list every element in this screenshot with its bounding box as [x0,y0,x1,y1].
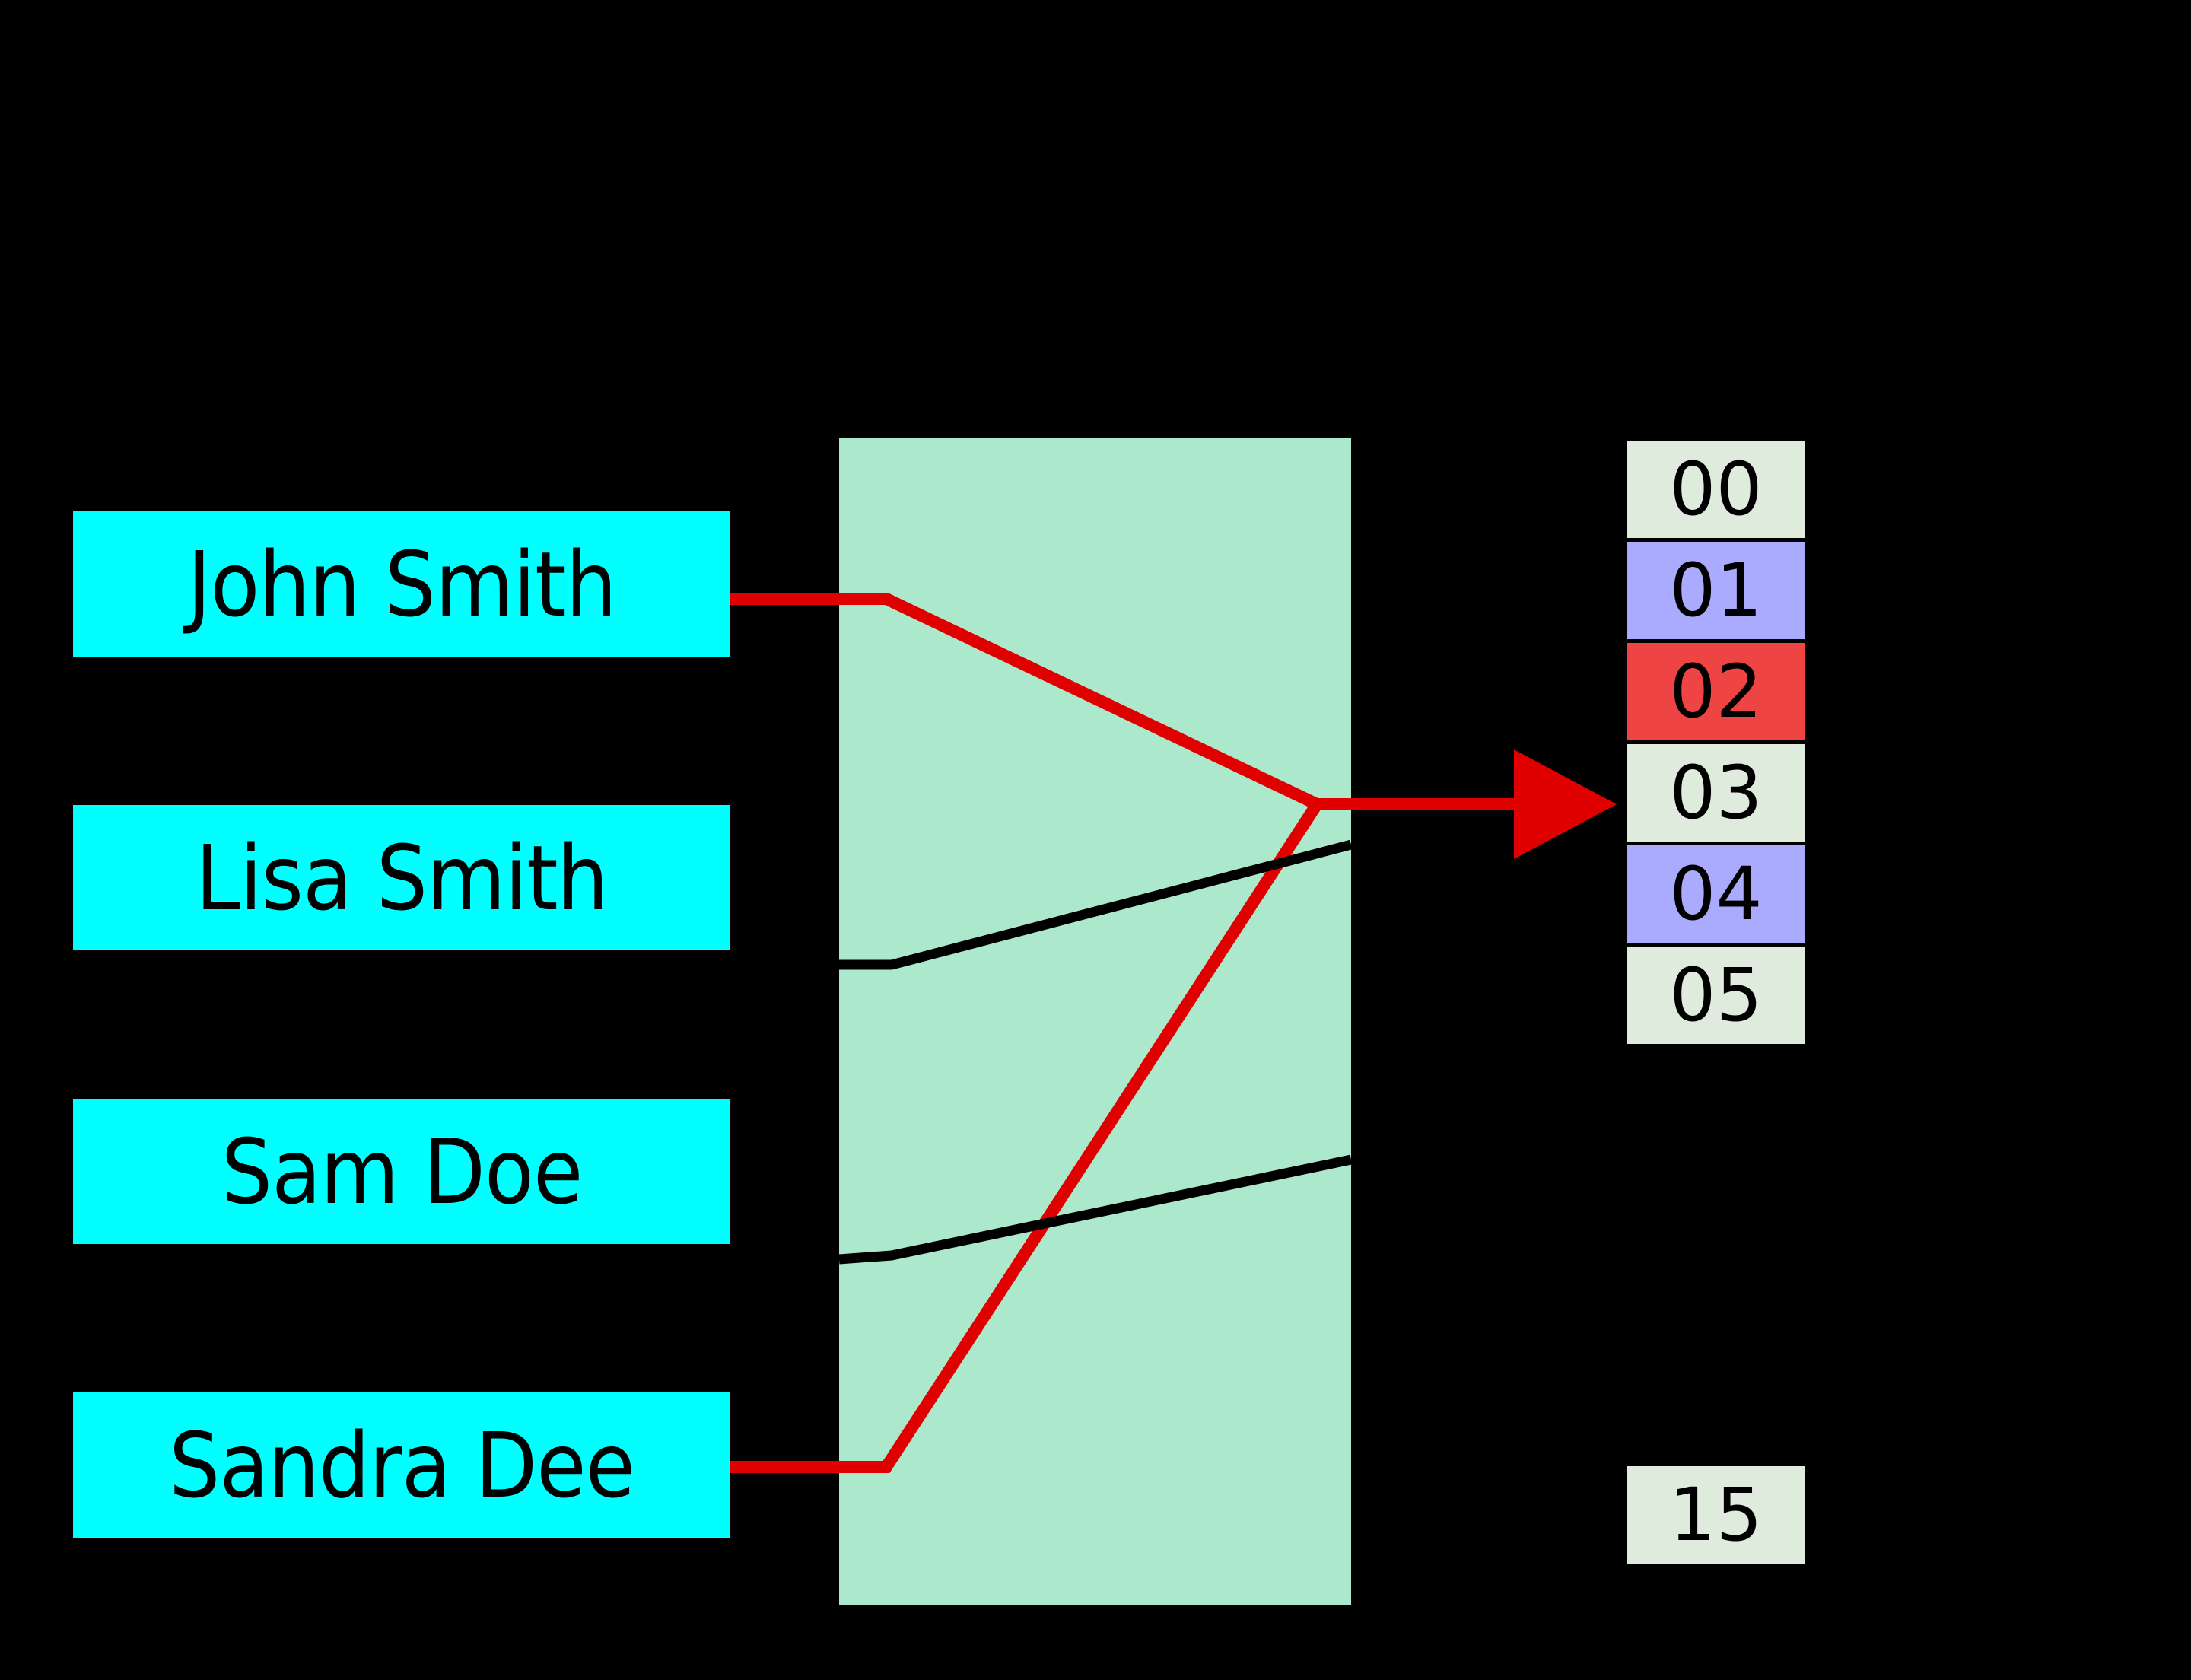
bucket-index-label: 15 [1669,1472,1763,1558]
bucket-05[interactable]: 05 [1627,947,1805,1044]
key-label: Sam Doe [221,1118,584,1224]
key-label: John Smith [187,531,617,637]
bucket-03[interactable]: 03 [1627,744,1805,842]
key-label: Sandra Dee [169,1412,635,1518]
bucket-01[interactable]: 01 [1627,542,1805,639]
hash-function-panel [839,438,1351,1605]
bucket-02[interactable]: 02 [1627,643,1805,740]
bucket-index-label: 04 [1669,851,1763,937]
bucket-index-label: 05 [1669,953,1763,1038]
key-box-sandra-dee[interactable]: Sandra Dee [73,1392,730,1538]
key-box-john-smith[interactable]: John Smith [73,511,730,657]
hash-function-diagram: John Smith Lisa Smith Sam Doe Sandra Dee 00… [0,0,2191,1680]
bucket-00[interactable]: 00 [1627,441,1805,538]
bucket-15[interactable]: 15 [1627,1466,1805,1564]
bucket-04[interactable]: 04 [1627,845,1805,943]
bucket-index-label: 00 [1669,447,1763,532]
key-label: Lisa Smith [196,825,609,931]
bucket-02-arrowhead [1514,749,1617,859]
bucket-index-label: 02 [1669,649,1763,734]
bucket-index-label: 03 [1669,750,1763,835]
key-box-lisa-smith[interactable]: Lisa Smith [73,805,730,950]
key-box-sam-doe[interactable]: Sam Doe [73,1099,730,1244]
bucket-index-label: 01 [1669,548,1763,633]
